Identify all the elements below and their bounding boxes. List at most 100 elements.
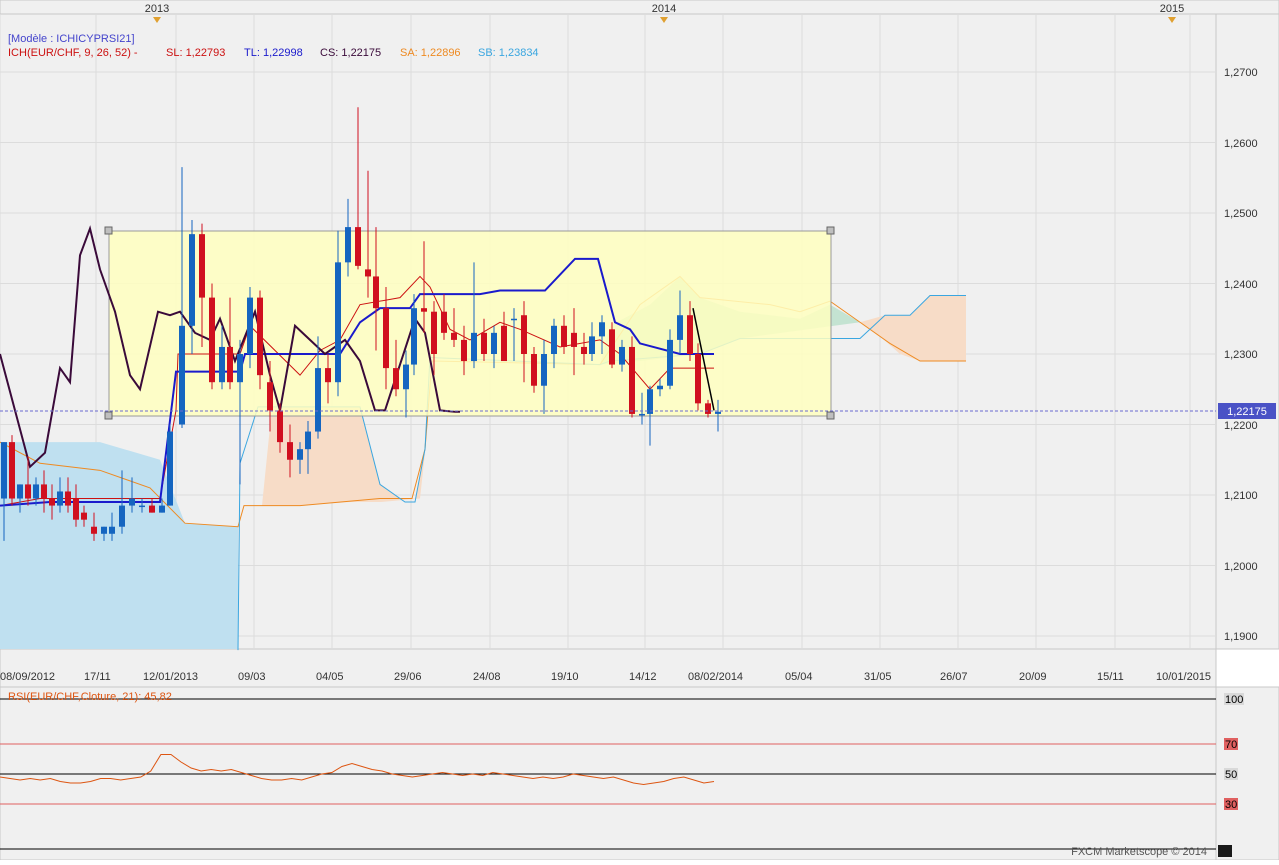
candle-body-74	[705, 403, 711, 414]
candle-body-32	[297, 449, 303, 460]
candle-body-21	[189, 234, 195, 326]
candle-body-6	[49, 498, 55, 506]
candle-body-58	[551, 325, 557, 354]
y-label-12600: 1,2600	[1224, 138, 1258, 150]
x-label-3: 09/03	[238, 671, 266, 683]
y-label-12500: 1,2500	[1224, 208, 1258, 220]
candle-body-36	[335, 262, 341, 383]
x-label-14: 15/11	[1097, 671, 1124, 683]
rsi-label: RSI(EUR/CHF,Cloture, 21): 45,82	[8, 691, 172, 703]
y-label-12200: 1,2200	[1224, 420, 1258, 432]
rectangle-handle-bl[interactable]	[104, 411, 113, 420]
rectangle-handle-tl[interactable]	[104, 226, 113, 235]
candle-body-38	[355, 227, 361, 266]
x-label-4: 04/05	[316, 671, 344, 683]
candle-body-4	[33, 484, 39, 499]
candle-body-18	[159, 505, 165, 513]
x-label-15: 10/01/2015	[1156, 671, 1211, 683]
x-label-13: 20/09	[1019, 671, 1047, 683]
x-label-2: 12/01/2013	[143, 671, 198, 683]
y-label-12000: 1,2000	[1224, 561, 1258, 573]
candle-body-44	[411, 308, 417, 365]
candle-body-46	[431, 311, 437, 354]
x-label-8: 14/12	[629, 671, 657, 683]
rsi-axis-70: 70	[1225, 739, 1237, 751]
x-label-5: 29/06	[394, 671, 422, 683]
candle-body-39	[365, 269, 371, 277]
candle-body-70	[667, 339, 673, 386]
y-label-12700: 1,2700	[1224, 67, 1258, 79]
rectangle-handle-br[interactable]	[826, 411, 835, 420]
model-label: [Modèle : ICHICYPRSI21]	[8, 33, 135, 45]
candle-body-45	[421, 308, 427, 312]
candle-body-67	[639, 413, 645, 416]
x-label-10: 05/04	[785, 671, 813, 683]
candle-body-13	[109, 526, 115, 534]
year-marker-2014: 2014	[652, 3, 676, 15]
candle-body-23	[209, 297, 215, 383]
x-label-0: 08/09/2012	[0, 671, 55, 683]
y-label-11900: 1,1900	[1224, 631, 1258, 643]
watermark: FXCM Marketscope © 2014	[1071, 846, 1207, 858]
candle-body-65	[619, 346, 625, 365]
candle-body-29	[267, 382, 273, 411]
x-label-7: 19/10	[551, 671, 579, 683]
candle-body-69	[657, 385, 663, 390]
candle-body-1	[9, 442, 15, 499]
rsi-axis-30: 30	[1225, 799, 1237, 811]
ichimoku-chart[interactable]: 1,22175 [Modèle : ICHICYPRSI21] ICH(EUR/…	[0, 0, 1279, 861]
candle-body-22	[199, 234, 205, 298]
candle-body-71	[677, 315, 683, 340]
year-marker-2015: 2015	[1160, 3, 1184, 15]
rsi-axis-100: 100	[1225, 694, 1243, 706]
candle-body-20	[179, 325, 185, 425]
rectangle-handle-tr[interactable]	[826, 226, 835, 235]
candle-body-12	[101, 526, 107, 534]
candle-body-25	[227, 346, 233, 383]
candle-body-11	[91, 526, 97, 534]
sa-label: SA: 1,22896	[400, 47, 461, 59]
candle-body-31	[287, 442, 293, 460]
candle-body-72	[687, 315, 693, 354]
sl-label: SL: 1,22793	[166, 47, 225, 59]
candle-body-7	[57, 491, 63, 506]
current-price-label: 1,22175	[1227, 406, 1267, 418]
candle-body-60	[571, 332, 577, 347]
candle-body-33	[305, 431, 311, 450]
candle-body-54	[511, 318, 517, 321]
candle-body-63	[599, 322, 605, 337]
candle-body-57	[541, 354, 547, 386]
candle-body-59	[561, 325, 567, 347]
candle-body-10	[81, 512, 87, 520]
candle-body-62	[589, 336, 595, 354]
year-bar	[0, 0, 1279, 15]
candle-body-14	[119, 505, 125, 527]
candle-body-35	[325, 368, 331, 383]
year-marker-2013: 2013	[145, 3, 169, 15]
candle-body-9	[73, 498, 79, 520]
x-label-12: 26/07	[940, 671, 968, 683]
candle-body-49	[461, 339, 467, 362]
sb-label: SB: 1,23834	[478, 47, 539, 59]
chart-canvas: 1,22175 [Modèle : ICHICYPRSI21] ICH(EUR/…	[0, 0, 1279, 861]
candle-body-50	[471, 332, 477, 362]
candle-body-73	[695, 354, 701, 404]
candle-body-42	[393, 368, 399, 390]
candle-body-19	[167, 431, 173, 506]
candle-body-5	[41, 484, 47, 499]
candle-body-2	[17, 484, 23, 499]
candle-body-26	[237, 354, 243, 383]
candle-body-3	[25, 484, 31, 499]
candle-body-17	[149, 505, 155, 513]
candle-body-28	[257, 297, 263, 376]
candle-body-27	[247, 297, 253, 354]
candle-body-56	[531, 354, 537, 386]
cs-label: CS: 1,22175	[320, 47, 381, 59]
x-label-9: 08/02/2014	[688, 671, 743, 683]
candle-body-66	[629, 346, 635, 414]
candle-body-8	[65, 491, 71, 506]
candle-body-51	[481, 332, 487, 354]
candle-body-47	[441, 311, 447, 333]
candle-body-61	[581, 346, 587, 354]
x-label-11: 31/05	[864, 671, 892, 683]
